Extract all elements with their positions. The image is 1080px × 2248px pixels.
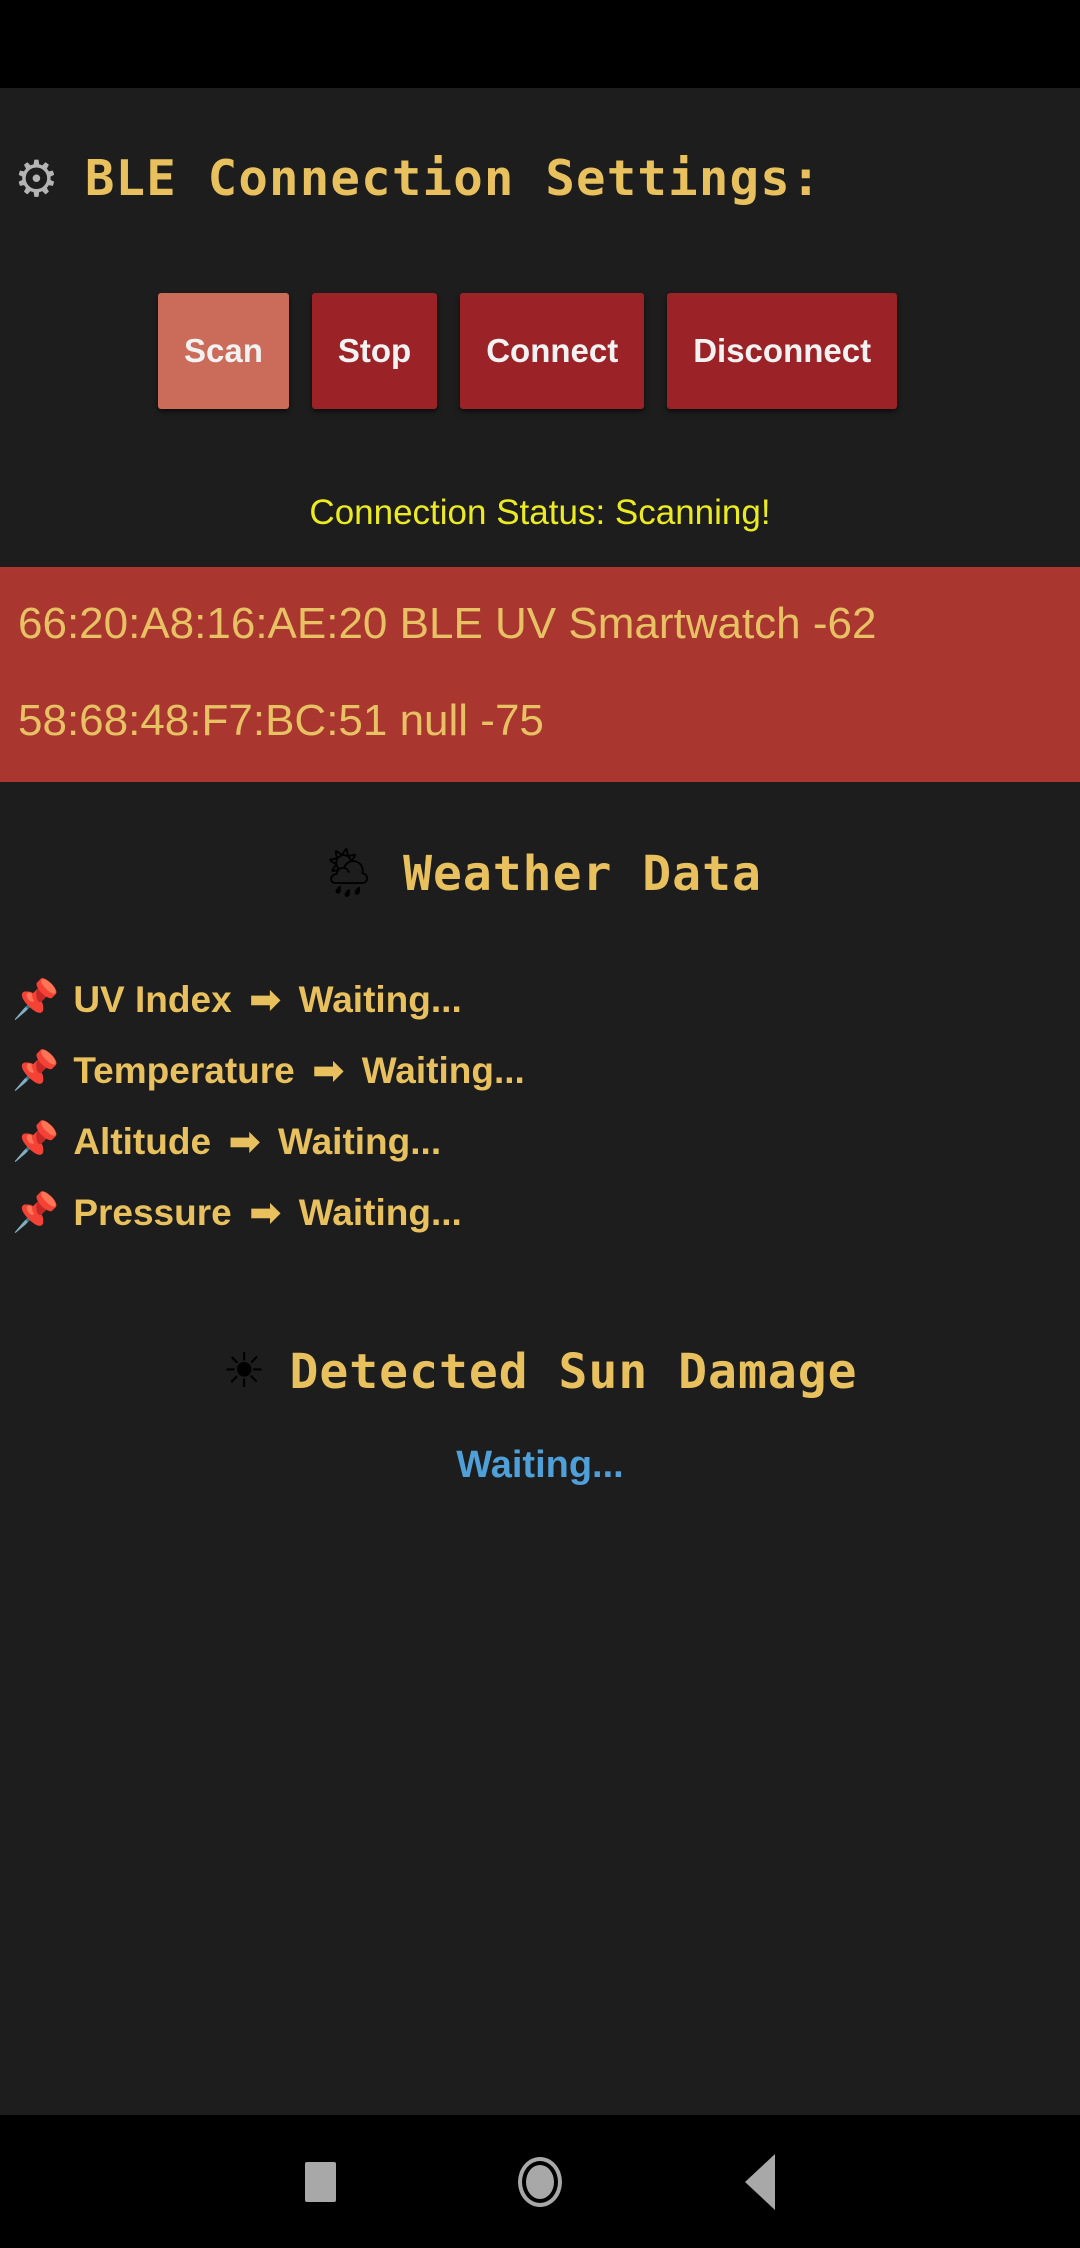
list-item[interactable]: 66:20:A8:16:AE:20 BLE UV Smartwatch -62 <box>18 597 1062 652</box>
weather-label: UV Index <box>73 978 232 1020</box>
weather-label: Temperature <box>73 1049 295 1091</box>
list-item[interactable]: 58:68:48:F7:BC:51 null -75 <box>18 694 1062 749</box>
weather-cloud-sun-rain-icon: 🌦 <box>318 847 380 901</box>
connection-status-text: Connection Status: Scanning! <box>309 493 771 532</box>
square-icon <box>304 2161 336 2202</box>
weather-value: Waiting... <box>298 978 462 1020</box>
right-arrow-icon: ➡ <box>249 979 281 1021</box>
gear-icon: ⚙ <box>14 150 59 207</box>
page-title: ⚙ BLE Connection Settings: <box>0 88 1080 207</box>
circle-icon <box>518 2156 562 2207</box>
pushpin-icon: 📌 <box>12 978 60 1021</box>
android-nav-bar <box>0 2115 1080 2248</box>
recent-apps-button[interactable] <box>210 2115 430 2248</box>
weather-value: Waiting... <box>298 1191 462 1233</box>
pushpin-icon: 📌 <box>12 1191 60 1234</box>
sun-damage-value: Waiting... <box>456 1444 624 1487</box>
weather-label: Pressure <box>73 1191 232 1233</box>
weather-row-pressure: 📌 Pressure ➡ Waiting... <box>12 1177 1080 1248</box>
right-arrow-icon: ➡ <box>312 1050 344 1092</box>
pushpin-icon: 📌 <box>12 1049 60 1092</box>
weather-row-uv-index: 📌 UV Index ➡ Waiting... <box>12 964 1080 1035</box>
weather-data-heading: 🌦 Weather Data <box>0 846 1080 902</box>
weather-row-temperature: 📌 Temperature ➡ Waiting... <box>12 1035 1080 1106</box>
weather-label: Altitude <box>73 1120 212 1162</box>
device-list: 66:20:A8:16:AE:20 BLE UV Smartwatch -62 … <box>0 567 1080 783</box>
weather-readings-list: 📌 UV Index ➡ Waiting... 📌 Temperature ➡ … <box>0 964 1080 1248</box>
weather-data-heading-label: Weather Data <box>403 846 762 903</box>
sun-icon: ☀ <box>222 1345 266 1399</box>
weather-value: Waiting... <box>278 1120 442 1162</box>
back-button[interactable] <box>650 2115 870 2248</box>
page-title-label: BLE Connection Settings: <box>84 150 822 207</box>
home-button[interactable] <box>430 2115 650 2248</box>
stop-button[interactable]: Stop <box>311 293 438 409</box>
scan-button[interactable]: Scan <box>158 293 289 409</box>
disconnect-button[interactable]: Disconnect <box>667 293 898 409</box>
weather-row-altitude: 📌 Altitude ➡ Waiting... <box>12 1106 1080 1177</box>
app-content: ⚙ BLE Connection Settings: Scan Stop Con… <box>0 88 1080 2115</box>
sun-damage-heading: ☀ Detected Sun Damage <box>0 1344 1080 1400</box>
ble-control-buttons: Scan Stop Connect Disconnect <box>0 293 1080 409</box>
right-arrow-icon: ➡ <box>249 1192 281 1234</box>
sun-damage-heading-label: Detected Sun Damage <box>289 1344 858 1401</box>
connect-button[interactable]: Connect <box>460 293 645 409</box>
phone-screen: ⚙ BLE Connection Settings: Scan Stop Con… <box>0 0 1080 2248</box>
status-bar <box>0 0 1080 88</box>
right-arrow-icon: ➡ <box>229 1121 261 1163</box>
triangle-left-icon <box>745 2153 775 2210</box>
pushpin-icon: 📌 <box>12 1120 60 1163</box>
weather-value: Waiting... <box>361 1049 525 1091</box>
